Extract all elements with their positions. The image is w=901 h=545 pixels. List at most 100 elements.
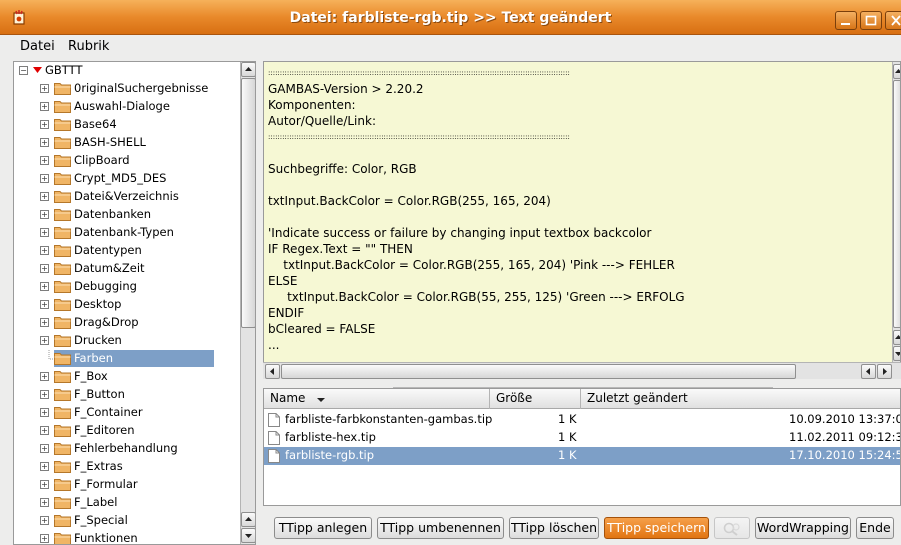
tree-item[interactable]: + Datei&Verzeichnis — [14, 188, 240, 206]
hscroll-left-button-right[interactable] — [861, 364, 876, 379]
expand-toggle-icon[interactable]: + — [40, 174, 49, 183]
tree-item[interactable]: + Crypt_MD5_DES — [14, 170, 240, 188]
tip-file-list[interactable]: Name Größe Zuletzt geändert farbliste-fa… — [263, 388, 901, 506]
tree-item[interactable]: + Datum&Zeit — [14, 260, 240, 278]
ende-button[interactable]: Ende — [856, 517, 894, 539]
hscroll-thumb[interactable] — [281, 364, 796, 379]
file-row[interactable]: farbliste-farbkonstanten-gambas.tip 1 K 10… — [264, 411, 900, 429]
expand-toggle-icon[interactable]: + — [40, 120, 49, 129]
hscroll-left-button[interactable] — [265, 364, 280, 379]
panel-splitter[interactable] — [263, 380, 901, 388]
expand-toggle-icon[interactable]: + — [40, 390, 49, 399]
tree-item[interactable]: + Datentypen — [14, 242, 240, 260]
word-wrapping-button[interactable]: WordWrapping — [755, 517, 851, 539]
tree-item[interactable]: + F_Extras — [14, 458, 240, 476]
tree-item[interactable]: + F_Button — [14, 386, 240, 404]
expand-toggle-icon[interactable]: + — [40, 444, 49, 453]
tree-item[interactable]: + F_Editoren — [14, 422, 240, 440]
tree-item[interactable]: + Fehlerbehandlung — [14, 440, 240, 458]
tree-item-label: F_Special — [74, 513, 128, 527]
expand-toggle-icon[interactable]: + — [40, 516, 49, 525]
menu-datei[interactable]: Datei — [20, 39, 55, 54]
tree-item[interactable]: + F_Special — [14, 512, 240, 530]
expand-toggle-icon[interactable]: + — [40, 318, 49, 327]
expand-toggle-icon[interactable]: + — [40, 84, 49, 93]
expand-toggle-icon[interactable]: + — [40, 138, 49, 147]
tipp-umbenennen-button[interactable]: TTipp umbenennen — [377, 517, 504, 539]
folder-icon — [54, 209, 71, 221]
tree-item[interactable]: + Base64 — [14, 116, 240, 134]
expand-toggle-icon[interactable]: + — [40, 228, 49, 237]
tree-item[interactable]: + F_Label — [14, 494, 240, 512]
editor-scroll-down-button[interactable] — [893, 346, 900, 361]
tree-item[interactable]: + Auswahl-Dialoge — [14, 98, 240, 116]
tree-item[interactable]: + Datenbanken — [14, 206, 240, 224]
expand-toggle-icon[interactable]: + — [40, 408, 49, 417]
tree-scrollbar[interactable] — [240, 62, 255, 544]
expand-toggle-icon[interactable]: + — [40, 282, 49, 291]
expand-toggle-icon[interactable]: + — [40, 156, 49, 165]
editor-hscrollbar[interactable] — [263, 362, 901, 379]
hscroll-right-button[interactable] — [877, 364, 892, 379]
tree-item[interactable]: + Funktionen — [14, 530, 240, 544]
tree-scroll-up-button-lower[interactable] — [241, 512, 255, 527]
expand-toggle-icon[interactable]: + — [40, 426, 49, 435]
collapse-toggle-icon[interactable]: − — [19, 66, 28, 75]
category-tree[interactable]: − GBTTT +0riginalSuchergebnisse + Auswahl-Di… — [13, 61, 256, 545]
tree-item[interactable]: + F_Formular — [14, 476, 240, 494]
menu-rubrik[interactable]: Rubrik — [68, 39, 109, 54]
expand-toggle-icon[interactable]: + — [40, 300, 49, 309]
tree-item[interactable]: + F_Container — [14, 404, 240, 422]
minimize-button[interactable] — [835, 11, 857, 30]
tree-item[interactable]: Farben — [14, 350, 240, 368]
tipp-anlegen-button[interactable]: TTipp anlegen — [274, 517, 372, 539]
tree-item[interactable]: + Drucken — [14, 332, 240, 350]
tree-root-item[interactable]: − GBTTT — [14, 62, 240, 80]
tree-item[interactable]: + Drag&Drop — [14, 314, 240, 332]
folder-icon — [54, 353, 71, 365]
file-row[interactable]: farbliste-hex.tip 1 K 11.02.2011 09:12:38 — [264, 429, 900, 447]
expand-toggle-icon[interactable]: + — [40, 462, 49, 471]
editor-content[interactable]: ::::::::::::::::::::::::::::::::::::::::… — [268, 65, 895, 353]
tree-item-label: BASH-SHELL — [74, 135, 146, 149]
find-button[interactable] — [714, 517, 750, 539]
tree-item-label: Datentypen — [74, 243, 142, 257]
editor-scroll-up-button[interactable] — [893, 64, 900, 79]
tipp-speichern-button[interactable]: TTipp speichern — [604, 517, 709, 539]
expand-toggle-icon[interactable]: + — [40, 210, 49, 219]
tree-item[interactable]: + F_Box — [14, 368, 240, 386]
tree-scroll-up-button[interactable] — [241, 62, 255, 77]
tree-item[interactable]: +0riginalSuchergebnisse — [14, 80, 240, 98]
file-row[interactable]: farbliste-rgb.tip 1 K 17.10.2010 15:24:52 — [264, 447, 900, 465]
arrow-left-icon — [270, 368, 274, 375]
tree-item[interactable]: + BASH-SHELL — [14, 134, 240, 152]
expand-toggle-icon[interactable]: + — [40, 246, 49, 255]
tree-item[interactable]: + Debugging — [14, 278, 240, 296]
expand-toggle-icon[interactable]: + — [40, 264, 49, 273]
editor-line: ... — [268, 338, 280, 352]
tree-item-label: Datenbanken — [74, 207, 152, 221]
expand-toggle-icon[interactable]: + — [40, 534, 49, 543]
expand-toggle-icon[interactable]: + — [40, 102, 49, 111]
tree-item[interactable]: + Desktop — [14, 296, 240, 314]
close-button[interactable] — [885, 11, 901, 30]
tree-item[interactable]: + Datenbank-Typen — [14, 224, 240, 242]
expand-toggle-icon[interactable]: + — [40, 498, 49, 507]
tip-text-editor[interactable]: ::::::::::::::::::::::::::::::::::::::::… — [263, 61, 901, 378]
column-header-modified[interactable]: Zuletzt geändert — [581, 389, 900, 409]
expand-toggle-icon[interactable]: + — [40, 480, 49, 489]
expand-toggle-icon[interactable]: + — [40, 192, 49, 201]
tipp-loeschen-button[interactable]: TTipp löschen — [509, 517, 599, 539]
column-header-name[interactable]: Name — [264, 389, 490, 409]
tree-item[interactable]: + ClipBoard — [14, 152, 240, 170]
tree-item-label: F_Button — [74, 387, 125, 401]
tree-scroll-down-button[interactable] — [241, 528, 255, 543]
editor-scrollbar[interactable] — [892, 62, 900, 362]
expand-toggle-icon[interactable]: + — [40, 372, 49, 381]
column-header-size[interactable]: Größe — [490, 389, 581, 409]
editor-scroll-up-button-lower[interactable] — [893, 330, 900, 345]
expand-toggle-icon[interactable]: + — [40, 336, 49, 345]
tree-scroll-thumb[interactable] — [241, 78, 255, 328]
maximize-button[interactable] — [860, 11, 882, 30]
editor-scroll-thumb[interactable] — [893, 80, 900, 328]
